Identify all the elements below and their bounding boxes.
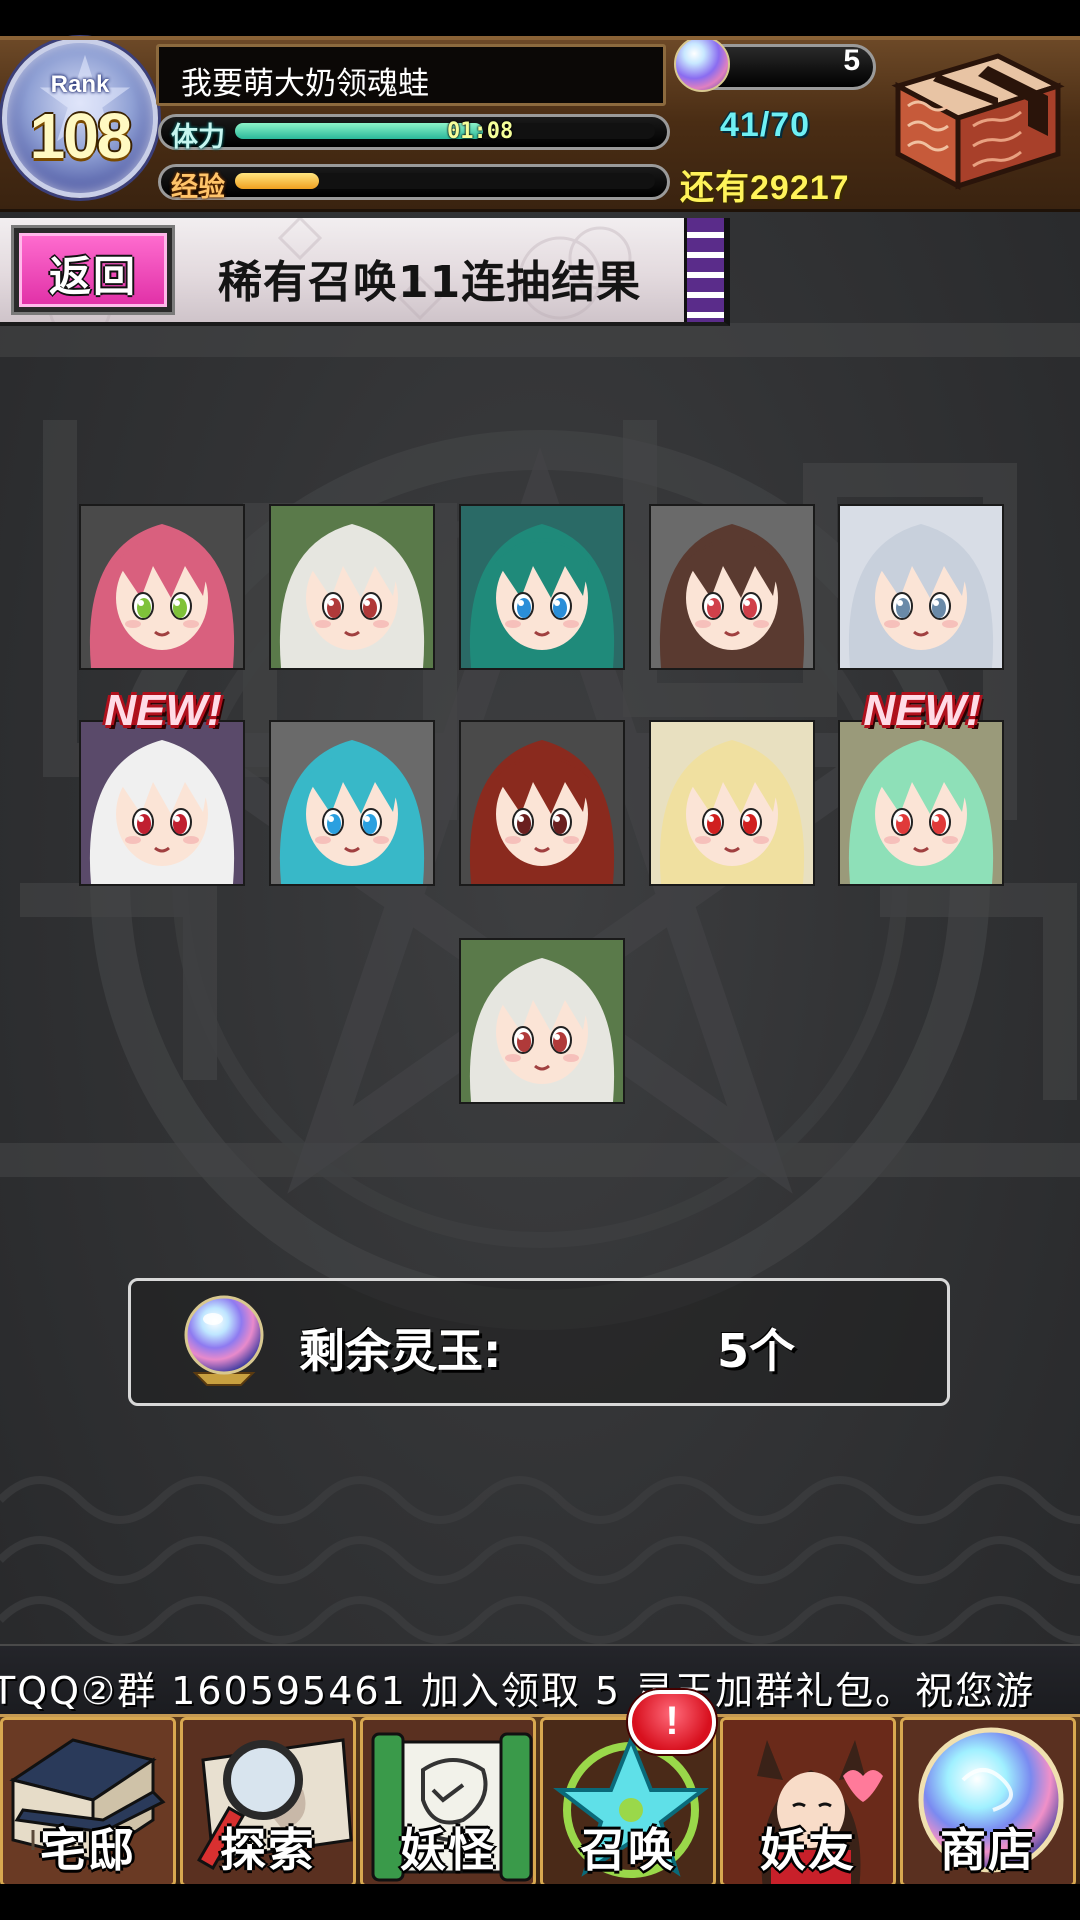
- banner-stripe: [684, 218, 724, 322]
- status-bar: [0, 0, 1080, 36]
- result-card[interactable]: [840, 722, 1002, 884]
- summon-alert-badge: !: [628, 1690, 716, 1754]
- remaining-orbs-panel: 剩余灵玉: 5个: [128, 1278, 950, 1406]
- stamina-fill: [235, 123, 483, 139]
- nav-item-shop[interactable]: 商店: [900, 1717, 1076, 1887]
- stamina-track: 01:08: [235, 119, 655, 144]
- result-card[interactable]: [840, 506, 1002, 668]
- stamina-bar: 体力 01:08: [158, 114, 670, 153]
- spirit-orb-icon: [184, 1295, 264, 1386]
- summon-result-screen: Rank 108 我要萌大奶领魂蛙 体力 01:08 经验 5 41/70 还有…: [0, 0, 1080, 1920]
- back-button[interactable]: 返回: [14, 228, 172, 312]
- character-portrait: [461, 722, 623, 884]
- result-card[interactable]: [461, 940, 623, 1102]
- character-portrait: [271, 722, 433, 884]
- stamina-timer: 01:08: [447, 119, 514, 144]
- result-card[interactable]: [651, 506, 813, 668]
- nav-label-yokai: 妖怪: [400, 1823, 496, 1877]
- character-portrait: [840, 506, 1002, 668]
- back-label: 返回: [48, 252, 137, 301]
- rank-badge[interactable]: Rank 108: [2, 38, 158, 198]
- exp-track: [235, 173, 655, 189]
- nav-item-friends[interactable]: 妖友: [720, 1717, 896, 1887]
- new-badge: NEW!: [104, 686, 222, 735]
- character-portrait: [461, 940, 623, 1102]
- result-card[interactable]: [271, 722, 433, 884]
- rank-value: 108: [29, 100, 133, 172]
- bottom-bar: [0, 1884, 1080, 1920]
- exp-label: 经验: [171, 172, 225, 203]
- stamina-label: 体力: [171, 122, 225, 153]
- character-portrait: [840, 722, 1002, 884]
- character-portrait: [81, 506, 243, 668]
- exp-fill: [235, 173, 319, 189]
- remaining-label: 剩余灵玉:: [299, 1324, 502, 1378]
- nav-item-mansion[interactable]: 宅邸: [0, 1717, 176, 1887]
- result-card[interactable]: [651, 722, 813, 884]
- exp-bar: 经验: [158, 164, 670, 203]
- player-name-plate: 我要萌大奶领魂蛙: [156, 44, 666, 106]
- nav-label-summon: 召唤: [580, 1823, 676, 1877]
- character-portrait: [461, 506, 623, 668]
- nav-label-explore: 探索: [220, 1823, 316, 1877]
- result-card[interactable]: [81, 506, 243, 668]
- new-badge: NEW!: [863, 686, 981, 735]
- exp-remaining: 还有29217: [680, 169, 850, 207]
- nav-label-shop: 商店: [940, 1823, 1036, 1877]
- nav-label-friends: 妖友: [760, 1823, 856, 1877]
- player-name: 我要萌大奶领魂蛙: [181, 66, 429, 102]
- player-header: Rank 108 我要萌大奶领魂蛙 体力 01:08 经验 5 41/70 还有…: [0, 36, 1080, 212]
- result-card[interactable]: [81, 722, 243, 884]
- page-title: 稀有召唤11连抽结果: [218, 257, 642, 308]
- result-card[interactable]: [461, 506, 623, 668]
- nav-label-mansion: 宅邸: [40, 1823, 136, 1877]
- stamina-count: 41/70: [720, 106, 811, 144]
- orb-count: 5: [843, 44, 860, 77]
- nav-item-yokai[interactable]: 妖怪: [360, 1717, 536, 1887]
- character-portrait: [271, 506, 433, 668]
- spirit-orb-icon: [674, 36, 730, 92]
- remaining-value: 5个: [717, 1324, 796, 1378]
- ticker-text: TQQ②群 160595461 加入领取 5 灵玉加群礼包。祝您游: [0, 1669, 1036, 1713]
- gift-box-icon[interactable]: [878, 46, 1068, 196]
- rank-label: Rank: [50, 71, 110, 98]
- character-portrait: [651, 506, 813, 668]
- character-portrait: [651, 722, 813, 884]
- character-portrait: [81, 722, 243, 884]
- bottom-nav: 宅邸 探索 妖怪 召唤 妖友 商店: [0, 1714, 1080, 1887]
- result-card[interactable]: [461, 722, 623, 884]
- title-banner: 返回 稀有召唤11连抽结果: [0, 218, 730, 326]
- result-card[interactable]: [271, 506, 433, 668]
- announcement-ticker: TQQ②群 160595461 加入领取 5 灵玉加群礼包。祝您游: [0, 1644, 1080, 1714]
- nav-item-explore[interactable]: 探索: [180, 1717, 356, 1887]
